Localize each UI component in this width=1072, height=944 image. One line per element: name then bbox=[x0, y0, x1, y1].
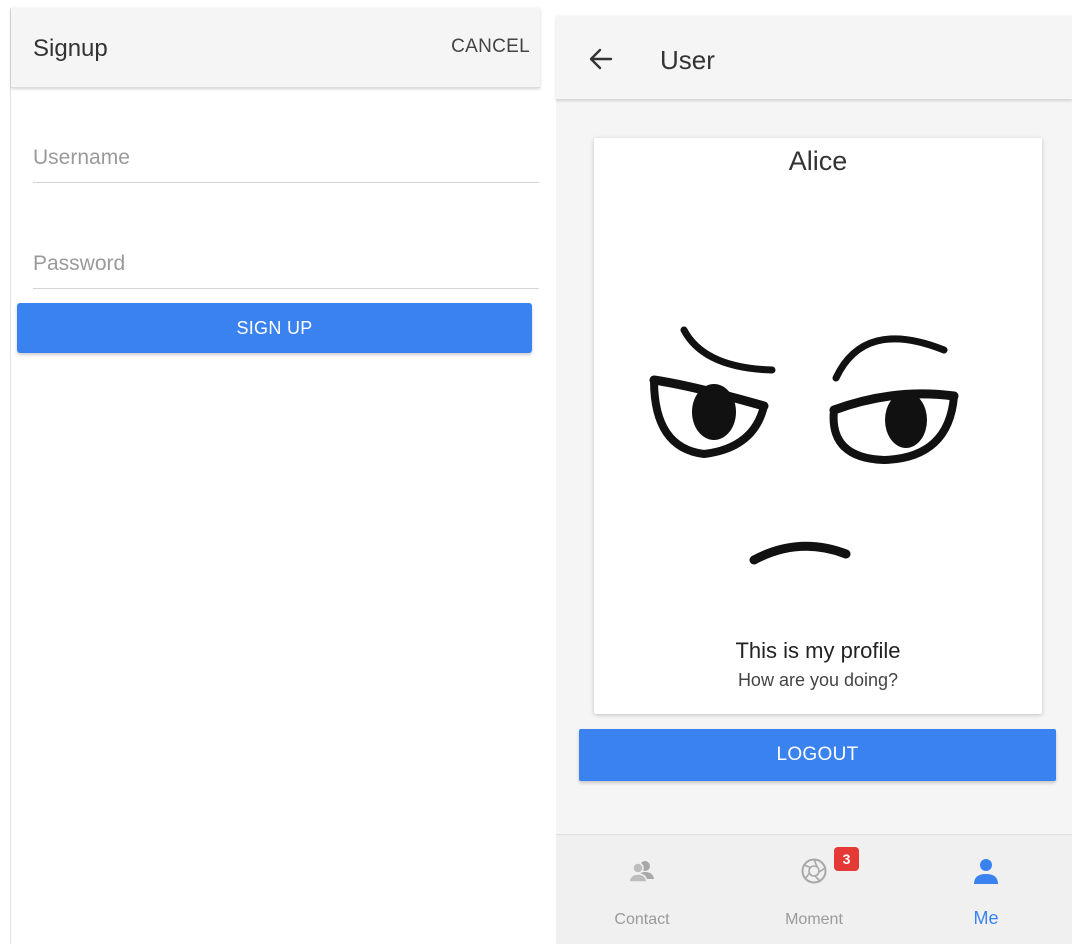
bottom-tab-bar: Contact Moment 3 Me bbox=[556, 834, 1072, 944]
tab-contact[interactable]: Contact bbox=[556, 835, 728, 944]
profile-heading: This is my profile bbox=[735, 638, 901, 663]
page-title: User bbox=[660, 45, 715, 75]
person-icon bbox=[974, 859, 998, 884]
arrow-left-icon[interactable] bbox=[586, 44, 616, 74]
profile-name: Alice bbox=[788, 146, 848, 176]
signup-screen: Signup CANCEL SIGN UP bbox=[10, 8, 540, 944]
profile-card: Alice This is my profile How are you doi… bbox=[594, 138, 1042, 714]
contacts-icon bbox=[628, 861, 654, 883]
tab-me[interactable]: Me bbox=[900, 835, 1072, 944]
cancel-button[interactable]: CANCEL bbox=[451, 36, 530, 58]
tab-label: Moment bbox=[785, 911, 843, 928]
tab-moment[interactable]: Moment bbox=[728, 835, 900, 944]
aperture-icon bbox=[801, 858, 827, 884]
signup-button[interactable]: SIGN UP bbox=[17, 303, 532, 353]
signup-header: Signup CANCEL bbox=[11, 8, 540, 88]
user-screen: User Alice This is my profile How are yo… bbox=[556, 16, 1072, 944]
username-input[interactable] bbox=[33, 133, 539, 182]
tab-label: Contact bbox=[614, 911, 670, 928]
tab-label: Me bbox=[973, 908, 999, 928]
logout-button[interactable]: LOGOUT bbox=[579, 729, 1056, 781]
password-field[interactable] bbox=[33, 239, 539, 289]
page-title: Signup bbox=[33, 35, 108, 62]
avatar bbox=[649, 326, 959, 565]
notification-badge: 3 bbox=[834, 847, 859, 871]
user-header: User bbox=[556, 16, 1072, 100]
password-input[interactable] bbox=[33, 239, 539, 288]
profile-status: How are you doing? bbox=[737, 670, 899, 690]
username-field[interactable] bbox=[33, 133, 539, 183]
